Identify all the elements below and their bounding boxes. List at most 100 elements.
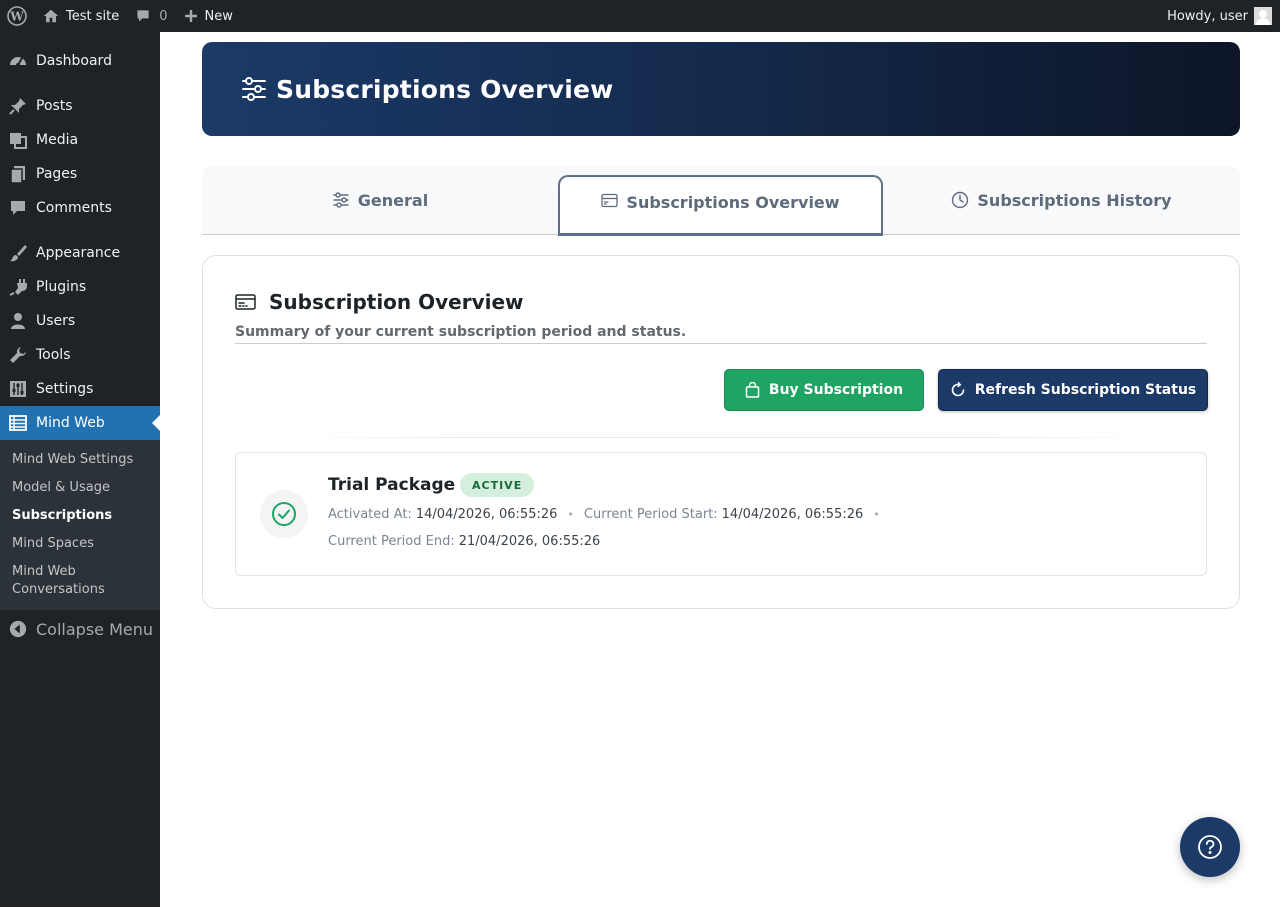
sliders-icon [0,379,36,399]
home-icon [43,9,59,23]
sidebar-item-comments[interactable]: Comments [0,191,160,225]
new-label: New [204,8,233,24]
sidebar-item-dashboard[interactable]: Dashboard [0,44,160,78]
tab-label: Subscriptions History [977,190,1172,210]
comment-icon [0,198,36,218]
tab-general[interactable]: General [202,166,558,234]
plug-icon [0,277,36,297]
sidebar-item-tools[interactable]: Tools [0,338,160,372]
sidebar-item-label: Tools [36,347,71,363]
card-title-text: Subscription Overview [269,290,524,314]
sidebar-item-media[interactable]: Media [0,123,160,157]
refresh-status-button[interactable]: Refresh Subscription Status [938,369,1208,411]
comment-icon [137,10,149,22]
page-header-banner: Subscriptions Overview [202,42,1240,136]
divider [293,437,1153,438]
brush-icon [0,243,36,263]
avatar [1254,7,1272,25]
sidebar-item-label: Appearance [36,245,121,261]
tab-subscriptions-history[interactable]: Subscriptions History [883,166,1240,234]
activated-value: 14/04/2026, 06:55:26 [415,507,558,522]
mind-web-submenu: Mind Web Settings Model & Usage Subscrip… [0,440,160,610]
page-title: Subscriptions Overview [276,74,614,104]
sidebar-item-users[interactable]: Users [0,304,160,338]
svg-text:W: W [9,10,24,24]
sidebar-item-label: Comments [36,200,112,216]
list-icon [0,413,36,433]
submenu-item-mind-spaces[interactable]: Mind Spaces [12,535,152,553]
my-account-link[interactable]: Howdy, user [1159,0,1280,32]
sliders-icon [242,77,266,101]
sidebar-item-label: Plugins [36,279,87,295]
sidebar-item-label: Media [36,132,79,148]
sidebar-item-label: Settings [36,381,94,397]
period-start-label: Current Period Start: [583,507,718,522]
collapse-label: Collapse Menu [36,619,154,639]
tab-label: General [357,190,429,210]
card-subtitle: Summary of your current subscription per… [235,324,1207,344]
sidebar-item-appearance[interactable]: Appearance [0,236,160,270]
help-icon [1198,835,1222,859]
sidebar-item-plugins[interactable]: Plugins [0,270,160,304]
submenu-item-subscriptions[interactable]: Subscriptions [12,507,152,525]
card-icon [235,294,256,310]
media-icon [0,130,36,150]
sliders-icon [333,192,349,208]
sidebar-item-mind-web[interactable]: Mind Web [0,406,160,440]
subscription-overview-card: Subscription Overview Summary of your cu… [202,255,1240,609]
status-indicator [260,490,308,538]
tab-subscriptions-overview[interactable]: Subscriptions Overview [558,175,883,236]
status-badge: ACTIVE [460,473,535,497]
period-start-value: 14/04/2026, 06:55:26 [721,507,864,522]
period-end-label: Current Period End: [328,534,455,549]
howdy-text: Howdy, user [1167,8,1248,24]
wrench-icon [0,345,36,365]
sidebar-item-pages[interactable]: Pages [0,157,160,191]
user-icon [0,311,36,331]
pages-icon [0,164,36,184]
card-icon [601,193,619,208]
submenu-item-conversations[interactable]: Mind Web Conversations [12,563,122,599]
site-name: Test site [66,8,120,24]
tab-bar: General Subscriptions Overview Subscript… [202,166,1240,236]
tab-label: Subscriptions Overview [626,193,840,212]
admin-bar: W Test site 0 New Howdy, user [0,0,1280,32]
package-name: Trial Package [328,475,456,495]
plus-icon [184,10,197,22]
shopping-bag-icon [745,382,760,398]
buy-subscription-button[interactable]: Buy Subscription [724,369,924,411]
period-end-value: 21/04/2026, 06:55:26 [458,534,601,549]
refresh-status-label: Refresh Subscription Status [974,382,1197,398]
sidebar-item-label: Dashboard [36,53,112,69]
clock-icon [952,191,969,209]
refresh-icon [951,382,965,397]
sidebar-item-label: Users [36,313,76,329]
collapse-icon [0,620,36,638]
sidebar-item-settings[interactable]: Settings [0,372,160,406]
wordpress-logo-icon[interactable]: W [0,0,34,32]
sidebar-item-label: Posts [36,98,73,114]
check-circle-icon [272,502,296,526]
activated-label: Activated At: [328,507,412,522]
separator-dot: • [873,508,880,521]
dashboard-icon [0,51,36,71]
subscription-meta-row-1: Activated At: 14/04/2026, 06:55:26 • Cur… [328,507,890,522]
subscription-meta-row-2: Current Period End: 21/04/2026, 06:55:26 [328,534,600,549]
buy-subscription-label: Buy Subscription [768,382,904,398]
comments-count: 0 [159,8,168,24]
site-name-link[interactable]: Test site [34,0,127,32]
pin-icon [0,96,36,116]
admin-sidebar: Dashboard Posts Media Pages Comments App… [0,32,160,907]
sidebar-item-posts[interactable]: Posts [0,89,160,123]
new-content-link[interactable]: New [176,0,241,32]
separator-dot: • [567,508,574,521]
subscription-item: Trial Package ACTIVE Activated At: 14/04… [235,452,1207,576]
sidebar-item-label: Mind Web [36,415,105,431]
help-button[interactable] [1180,817,1240,877]
submenu-item-mind-web-settings[interactable]: Mind Web Settings [12,451,152,469]
card-title: Subscription Overview [235,290,524,314]
comments-link[interactable]: 0 [127,0,175,32]
collapse-menu-button[interactable]: Collapse Menu [0,612,160,646]
submenu-item-model-usage[interactable]: Model & Usage [12,479,152,497]
sidebar-item-label: Pages [36,166,78,182]
